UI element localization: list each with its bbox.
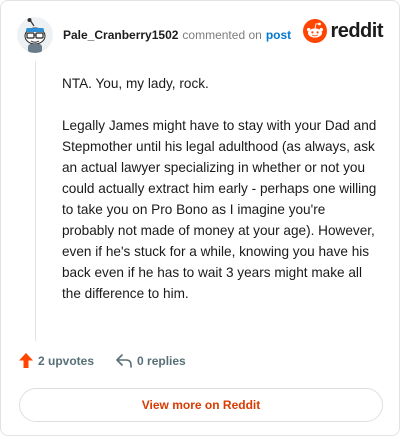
- post-link[interactable]: post: [266, 28, 291, 42]
- upvote-arrow-icon: [19, 353, 33, 368]
- upvote-button[interactable]: 2 upvotes: [19, 353, 94, 368]
- reddit-logo[interactable]: reddit: [303, 19, 383, 43]
- comment-actions: 2 upvotes 0 replies: [19, 353, 186, 368]
- reddit-wordmark: reddit: [330, 19, 383, 42]
- comment-paragraph: NTA. You, my lady, rock.: [62, 76, 209, 91]
- username[interactable]: Pale_Cranberry1502: [63, 28, 178, 42]
- commented-on-text: commented on: [182, 28, 262, 42]
- reply-arrow-icon: [116, 353, 132, 368]
- comment-embed-card: Pale_Cranberry1502 commented on post red…: [0, 0, 400, 436]
- comment-paragraph: Legally James might have to stay with yo…: [62, 118, 377, 301]
- comment-meta: Pale_Cranberry1502 commented on post: [63, 28, 291, 42]
- snoo-avatar-icon[interactable]: [17, 17, 53, 53]
- comment-header: Pale_Cranberry1502 commented on post red…: [17, 15, 383, 55]
- replies-button[interactable]: 0 replies: [116, 354, 186, 368]
- reddit-snoo-icon: [303, 19, 328, 43]
- thread-line: [35, 61, 36, 341]
- view-more-on-reddit-button[interactable]: View more on Reddit: [19, 388, 383, 422]
- replies-count: 0 replies: [137, 353, 186, 368]
- upvotes-count: 2 upvotes: [38, 353, 95, 368]
- comment-body: NTA. You, my lady, rock. Legally James m…: [62, 73, 380, 325]
